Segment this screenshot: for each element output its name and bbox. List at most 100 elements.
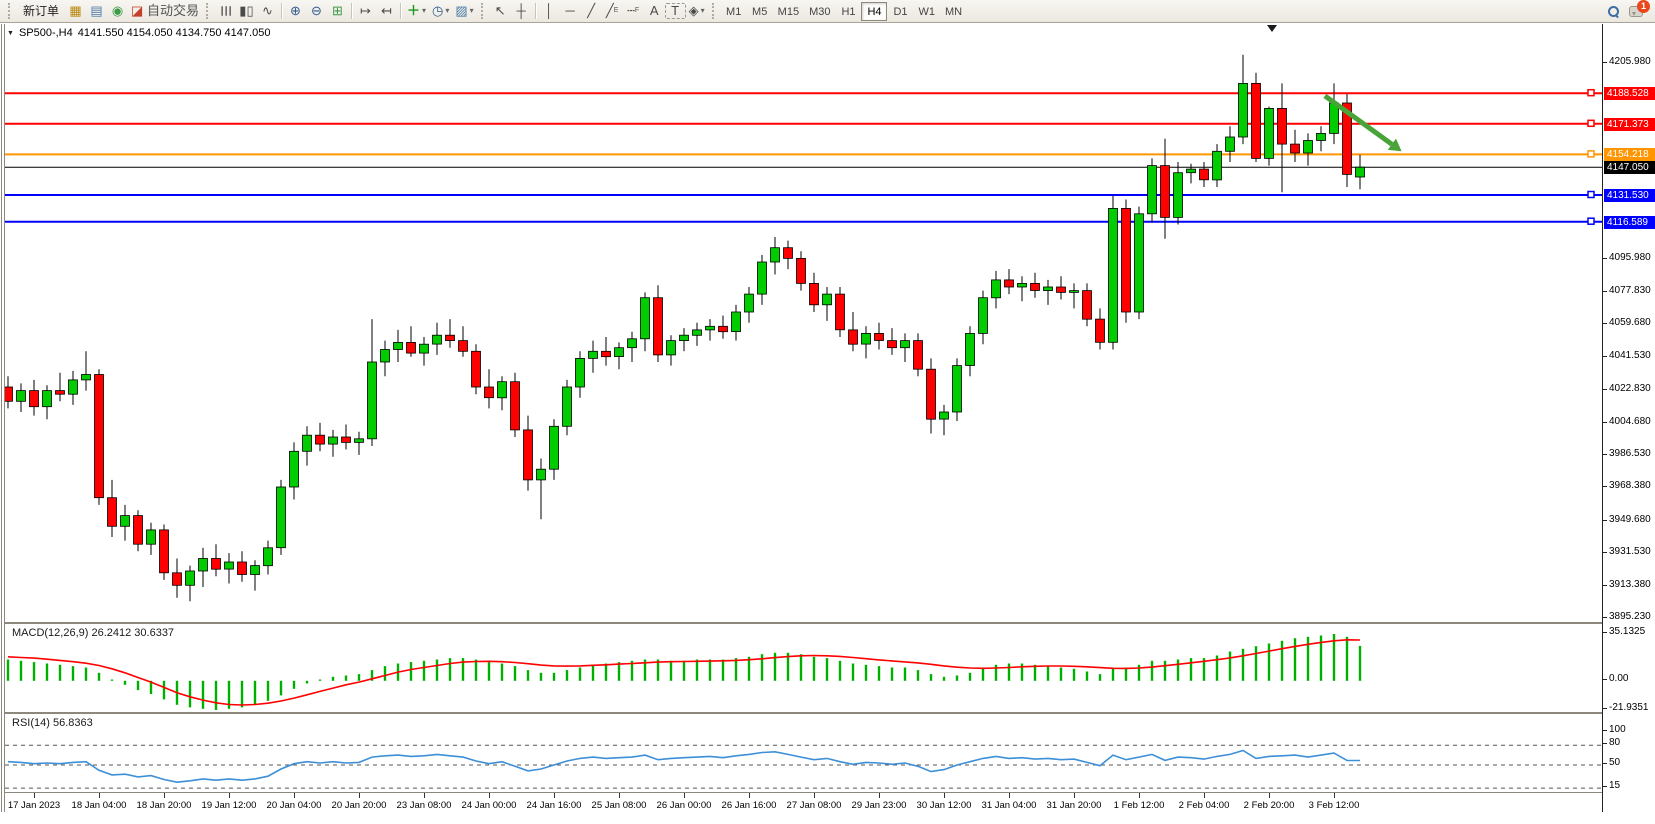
timeframe-h4[interactable]: H4 [861, 2, 887, 21]
time-axis-label: 25 Jan 08:00 [592, 800, 647, 811]
fibonacci-icon[interactable]: ┄F [623, 1, 644, 21]
axis-tick-label: 3895.230 [1609, 611, 1651, 622]
axis-tick-label: 3968.380 [1609, 480, 1651, 491]
indicators-button[interactable]: ＋▾ [404, 1, 429, 21]
time-tick [619, 793, 620, 798]
crosshair-icon[interactable]: ┼ [511, 1, 532, 21]
timeframe-w1[interactable]: W1 [913, 2, 940, 21]
equidistant-channel-icon[interactable]: ╱E [602, 1, 623, 21]
arrows-button[interactable]: ◈▾ [686, 1, 708, 21]
chevron-down-icon: ▾ [445, 1, 449, 21]
toolbar-separator [535, 3, 536, 19]
tile-windows-icon[interactable]: ⊞ [327, 1, 348, 21]
search-icon[interactable] [1608, 6, 1619, 17]
axis-tick-label: 4095.980 [1609, 252, 1651, 263]
level-handle [1588, 120, 1594, 126]
time-tick [749, 793, 750, 798]
auto-scroll-icon[interactable]: ↦ [355, 1, 376, 21]
time-tick [294, 793, 295, 798]
axis-tick [1603, 486, 1607, 487]
zoom-out-icon[interactable]: ⊖ [306, 1, 327, 21]
time-axis-label: 18 Jan 04:00 [72, 800, 127, 811]
time-axis-label: 2 Feb 04:00 [1179, 800, 1230, 811]
axis-tick [1603, 585, 1607, 586]
time-tick [1074, 793, 1075, 798]
toolbar-grip[interactable] [206, 3, 211, 19]
chart-window: ▼ SP500-,H4 4141.550 4154.050 4134.750 4… [0, 24, 1655, 824]
horizontal-line-icon[interactable]: ─ [560, 1, 581, 21]
axis-tick-label: 4041.530 [1609, 350, 1651, 361]
time-tick [229, 793, 230, 798]
terminal-icon[interactable]: ▤ [86, 1, 107, 21]
new-order-button[interactable]: 新订单 [17, 1, 65, 21]
price-level-badge: 4154.218 [1604, 148, 1655, 161]
timeframe-m30[interactable]: M30 [804, 2, 835, 21]
chart-window-icon[interactable]: ▦ [65, 1, 86, 21]
timeframe-m5[interactable]: M5 [747, 2, 773, 21]
autotrading-button[interactable]: ◪ 自动交易 [128, 1, 202, 21]
timeframe-d1[interactable]: D1 [887, 2, 913, 21]
chat-button[interactable]: 1 [1629, 6, 1643, 17]
price-level-badge: 4116.589 [1604, 216, 1655, 229]
autotrading-icon: ◪ [131, 1, 143, 21]
time-tick [424, 793, 425, 798]
template-icon: ▨ [455, 1, 467, 21]
chart-shift-icon[interactable]: ↤ [376, 1, 397, 21]
timeframe-mn[interactable]: MN [940, 2, 967, 21]
macd-pane[interactable]: MACD(12,26,9) 26.2412 30.6337 [5, 622, 1602, 712]
axis-tick [1603, 708, 1607, 709]
axis-tick [1603, 679, 1607, 680]
signals-icon[interactable]: ◉ [107, 1, 128, 21]
time-axis-label: 30 Jan 12:00 [917, 800, 972, 811]
time-axis-label: 29 Jan 23:00 [852, 800, 907, 811]
timeframe-m1[interactable]: M1 [721, 2, 747, 21]
time-tick [1269, 793, 1270, 798]
axis-tick [1603, 552, 1607, 553]
trendline-icon[interactable]: ╱ [581, 1, 602, 21]
axis-tick [1603, 258, 1607, 259]
text-icon[interactable]: A [644, 1, 665, 21]
line-chart-icon[interactable]: ∿ [257, 1, 278, 21]
level-handle [1588, 218, 1594, 224]
templates-button[interactable]: ▨▾ [452, 1, 476, 21]
level-handle [1588, 90, 1594, 96]
symbol-dropdown-icon[interactable]: ▼ [7, 30, 14, 37]
axis-tick-label: 0.00 [1609, 673, 1628, 684]
time-axis-label: 2 Feb 20:00 [1244, 800, 1295, 811]
time-tick [359, 793, 360, 798]
time-axis-label: 31 Jan 20:00 [1047, 800, 1102, 811]
time-tick [879, 793, 880, 798]
time-axis-label: 18 Jan 20:00 [137, 800, 192, 811]
time-tick [814, 793, 815, 798]
time-axis-label: 1 Feb 12:00 [1114, 800, 1165, 811]
price-level-badge: 4131.530 [1604, 189, 1655, 202]
cursor-icon[interactable]: ↖ [490, 1, 511, 21]
time-tick [684, 793, 685, 798]
axis-tick [1603, 786, 1607, 787]
axis-tick-label: 4077.830 [1609, 285, 1651, 296]
time-tick [944, 793, 945, 798]
bar-chart-icon[interactable]: ☰ [215, 1, 235, 22]
axis-tick-label: 4059.680 [1609, 317, 1651, 328]
axis-tick [1603, 291, 1607, 292]
time-axis[interactable]: 17 Jan 202318 Jan 04:0018 Jan 20:0019 Ja… [5, 792, 1602, 824]
vertical-line-icon[interactable]: │ [539, 1, 560, 21]
axis-tick-label: 50 [1609, 757, 1620, 768]
rsi-pane[interactable]: RSI(14) 56.8363 [5, 712, 1602, 792]
zoom-in-icon[interactable]: ⊕ [285, 1, 306, 21]
toolbar-grip[interactable] [481, 3, 486, 19]
timeframe-m15[interactable]: M15 [773, 2, 804, 21]
timeframe-h1[interactable]: H1 [835, 2, 861, 21]
candlestick-chart-icon[interactable]: ▮▯ [236, 1, 257, 21]
axis-tick [1603, 617, 1607, 618]
time-tick [34, 793, 35, 798]
rsi-label: RSI(14) 56.8363 [12, 717, 93, 729]
time-tick [1204, 793, 1205, 798]
price-axis[interactable]: 4205.9804095.9804077.8304059.6804041.530… [1602, 24, 1655, 812]
toolbar-separator [400, 3, 401, 19]
toolbar-grip[interactable] [8, 3, 13, 19]
toolbar-grip[interactable] [712, 3, 717, 19]
text-label-icon[interactable]: T [665, 3, 686, 19]
periods-button[interactable]: ◷▾ [429, 1, 452, 21]
main-chart-pane[interactable] [5, 24, 1602, 620]
